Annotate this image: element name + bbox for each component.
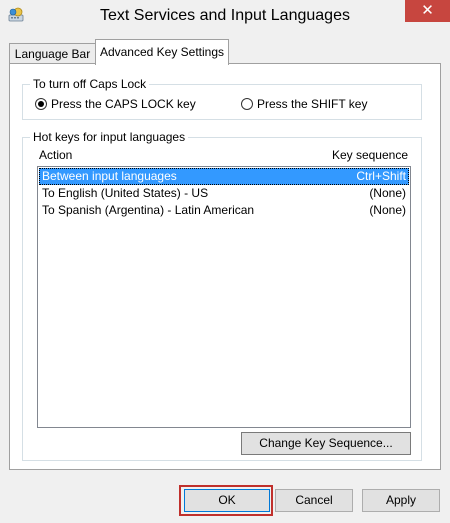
apply-button[interactable]: Apply bbox=[362, 489, 440, 512]
radio-press-caps-lock-label[interactable]: Press the CAPS LOCK key bbox=[51, 97, 196, 111]
list-item[interactable]: To English (United States) - US (None) bbox=[39, 185, 409, 202]
ok-button[interactable]: OK bbox=[184, 489, 270, 512]
radio-press-shift-label[interactable]: Press the SHIFT key bbox=[257, 97, 367, 111]
list-item[interactable]: Between input languages Ctrl+Shift bbox=[39, 168, 409, 185]
list-item-sequence: (None) bbox=[369, 203, 406, 217]
hot-keys-list[interactable]: Between input languages Ctrl+Shift To En… bbox=[37, 166, 411, 428]
caps-lock-group-label: To turn off Caps Lock bbox=[30, 77, 150, 91]
change-key-sequence-button[interactable]: Change Key Sequence... bbox=[241, 432, 411, 455]
tab-advanced-key-settings[interactable]: Advanced Key Settings bbox=[95, 39, 229, 65]
column-header-key-sequence: Key sequence bbox=[331, 148, 408, 162]
cancel-button[interactable]: Cancel bbox=[275, 489, 353, 512]
tab-language-bar[interactable]: Language Bar bbox=[9, 43, 96, 63]
list-item-action: Between input languages bbox=[42, 169, 177, 183]
list-item-sequence: (None) bbox=[369, 186, 406, 200]
close-icon[interactable]: ✕ bbox=[405, 0, 450, 22]
radio-press-shift[interactable] bbox=[241, 98, 253, 110]
list-item[interactable]: To Spanish (Argentina) - Latin American … bbox=[39, 202, 409, 219]
list-item-sequence: Ctrl+Shift bbox=[356, 169, 406, 183]
radio-press-caps-lock[interactable] bbox=[35, 98, 47, 110]
hot-keys-group-label: Hot keys for input languages bbox=[30, 130, 189, 144]
list-item-action: To Spanish (Argentina) - Latin American bbox=[42, 203, 255, 217]
column-header-action: Action bbox=[39, 148, 73, 162]
dialog-window: Text Services and Input Languages ✕ Lang… bbox=[0, 0, 450, 523]
window-title: Text Services and Input Languages bbox=[100, 7, 350, 24]
list-item-action: To English (United States) - US bbox=[42, 186, 209, 200]
keyboard-globe-icon bbox=[8, 7, 24, 22]
title-bar[interactable]: Text Services and Input Languages ✕ bbox=[0, 0, 450, 35]
